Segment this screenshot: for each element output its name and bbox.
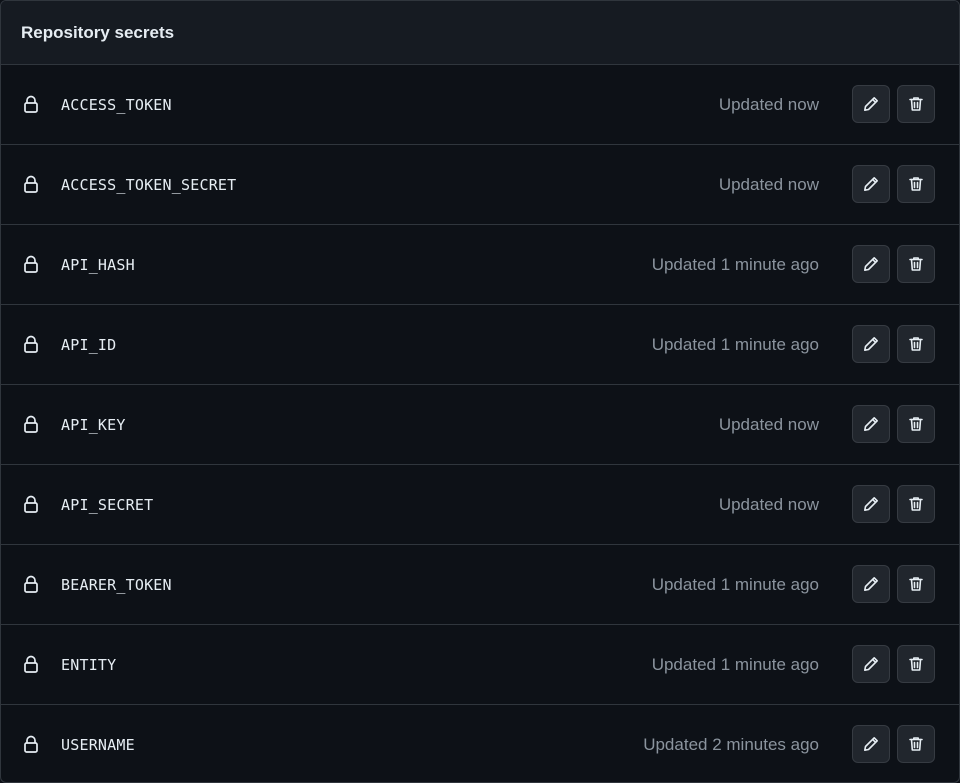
secret-row: ACCESS_TOKEN_SECRET Updated now [1, 145, 959, 225]
edit-secret-button[interactable] [852, 244, 890, 283]
trash-icon [907, 495, 925, 513]
lock-icon [21, 174, 41, 194]
lock-icon [21, 414, 41, 434]
lock-icon [21, 494, 41, 514]
pencil-icon [862, 495, 880, 513]
trash-icon [907, 575, 925, 593]
trash-icon [907, 95, 925, 113]
trash-icon [907, 655, 925, 673]
lock-icon [21, 574, 41, 594]
secret-name: API_KEY [61, 415, 126, 434]
trash-icon [907, 735, 925, 753]
secret-updated-time: Updated 1 minute ago [651, 654, 819, 674]
trash-icon [907, 415, 925, 433]
delete-secret-button[interactable] [897, 404, 935, 443]
delete-secret-button[interactable] [897, 164, 935, 203]
secret-row: API_ID Updated 1 minute ago [1, 305, 959, 385]
edit-secret-button[interactable] [852, 644, 890, 683]
panel-title: Repository secrets [21, 22, 175, 42]
delete-secret-button[interactable] [897, 84, 935, 123]
lock-icon [21, 654, 41, 674]
secret-updated-time: Updated now [718, 414, 819, 434]
edit-secret-button[interactable] [852, 164, 890, 203]
pencil-icon [862, 735, 880, 753]
secret-row: API_KEY Updated now [1, 385, 959, 465]
repository-secrets-panel: Repository secrets ACCESS_TOKEN Updated … [0, 0, 960, 783]
delete-secret-button[interactable] [897, 724, 935, 763]
pencil-icon [862, 415, 880, 433]
edit-secret-button[interactable] [852, 404, 890, 443]
secret-name: ENTITY [61, 655, 117, 674]
secret-name: API_HASH [61, 255, 135, 274]
secret-name: ACCESS_TOKEN [61, 95, 172, 114]
edit-secret-button[interactable] [852, 564, 890, 603]
pencil-icon [862, 95, 880, 113]
lock-icon [21, 94, 41, 114]
secret-name: API_SECRET [61, 495, 154, 514]
pencil-icon [862, 655, 880, 673]
delete-secret-button[interactable] [897, 564, 935, 603]
secret-updated-time: Updated 2 minutes ago [643, 734, 819, 754]
edit-secret-button[interactable] [852, 724, 890, 763]
pencil-icon [862, 255, 880, 273]
edit-secret-button[interactable] [852, 84, 890, 123]
secret-updated-time: Updated 1 minute ago [651, 334, 819, 354]
pencil-icon [862, 175, 880, 193]
secret-updated-time: Updated now [718, 94, 819, 114]
edit-secret-button[interactable] [852, 324, 890, 363]
lock-icon [21, 334, 41, 354]
secret-updated-time: Updated now [718, 174, 819, 194]
secret-updated-time: Updated 1 minute ago [651, 574, 819, 594]
trash-icon [907, 175, 925, 193]
trash-icon [907, 255, 925, 273]
secret-list: ACCESS_TOKEN Updated now ACCESS_TOKEN_SE… [1, 65, 959, 782]
pencil-icon [862, 575, 880, 593]
secret-row: ENTITY Updated 1 minute ago [1, 625, 959, 705]
secret-name: BEARER_TOKEN [61, 575, 172, 594]
delete-secret-button[interactable] [897, 644, 935, 683]
pencil-icon [862, 335, 880, 353]
delete-secret-button[interactable] [897, 244, 935, 283]
edit-secret-button[interactable] [852, 484, 890, 523]
lock-icon [21, 734, 41, 754]
panel-header: Repository secrets [1, 1, 959, 65]
trash-icon [907, 335, 925, 353]
delete-secret-button[interactable] [897, 484, 935, 523]
secret-name: USERNAME [61, 735, 135, 754]
lock-icon [21, 254, 41, 274]
secret-row: ACCESS_TOKEN Updated now [1, 65, 959, 145]
secret-row: BEARER_TOKEN Updated 1 minute ago [1, 545, 959, 625]
secret-row: API_SECRET Updated now [1, 465, 959, 545]
secret-name: API_ID [61, 335, 117, 354]
secret-updated-time: Updated now [718, 494, 819, 514]
secret-updated-time: Updated 1 minute ago [651, 254, 819, 274]
secret-name: ACCESS_TOKEN_SECRET [61, 175, 237, 194]
secret-row: API_HASH Updated 1 minute ago [1, 225, 959, 305]
delete-secret-button[interactable] [897, 324, 935, 363]
secret-row: USERNAME Updated 2 minutes ago [1, 705, 959, 782]
